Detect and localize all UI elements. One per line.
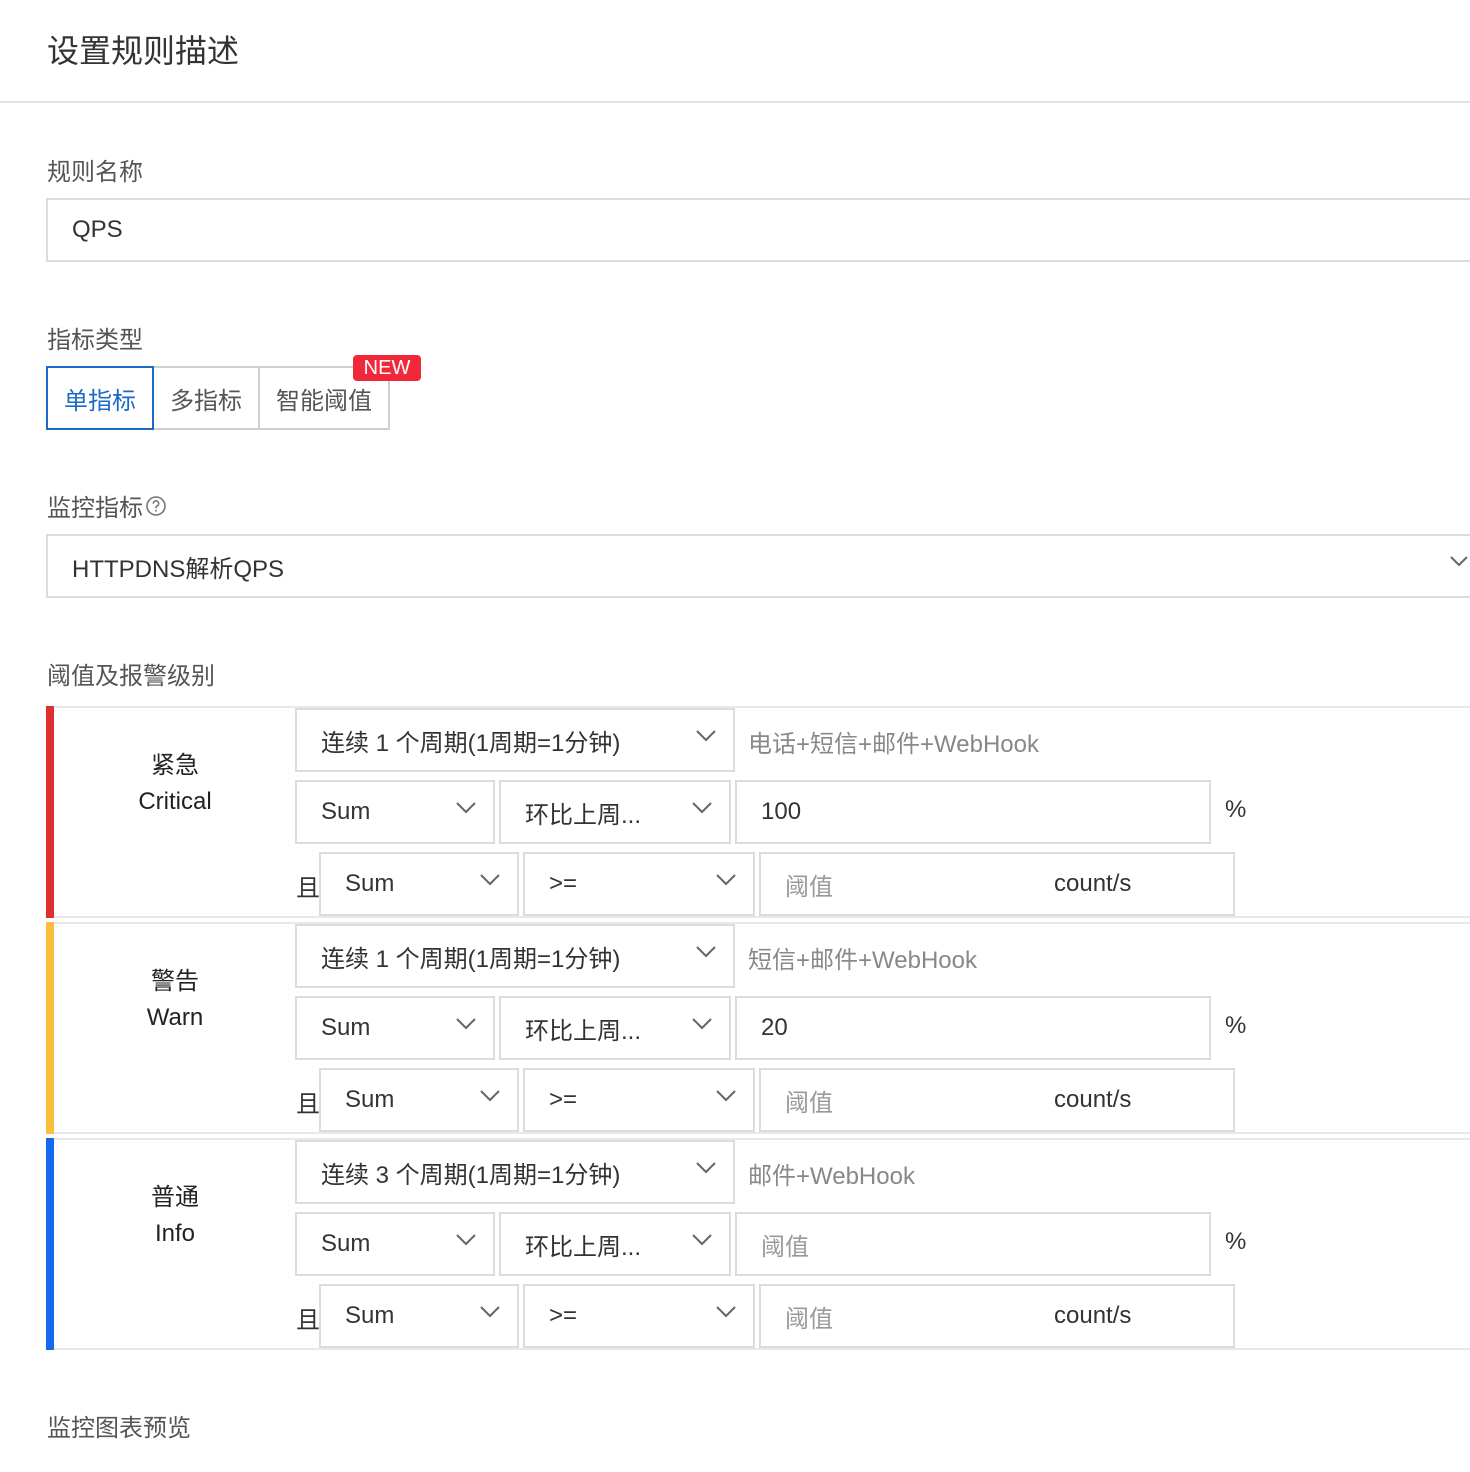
threshold-input[interactable]: 阈值 bbox=[735, 1212, 1211, 1276]
metric-type-single-button[interactable]: 单指标 bbox=[46, 366, 154, 430]
rule-name-label: 规则名称 bbox=[47, 159, 143, 186]
monitor-metric-value: HTTPDNS解析QPS bbox=[72, 555, 285, 583]
threshold-placeholder: 阈值 bbox=[761, 1233, 809, 1261]
threshold-input[interactable]: 20 bbox=[735, 996, 1211, 1060]
new-badge: NEW bbox=[353, 355, 421, 381]
operator-value: >= bbox=[549, 1302, 578, 1329]
chevron-down-icon bbox=[715, 1300, 737, 1322]
count-unit: count/s bbox=[1054, 1302, 1132, 1329]
level-color-bar bbox=[46, 1138, 54, 1350]
level-name: 紧急 Critical bbox=[110, 748, 240, 820]
level-name-cn: 警告 bbox=[151, 968, 199, 995]
level-name-en: Warn bbox=[146, 1004, 204, 1031]
threshold2-input[interactable]: 阈值 count/s bbox=[759, 1284, 1235, 1348]
operator-value: >= bbox=[549, 870, 578, 897]
threshold-label: 阈值及报警级别 bbox=[47, 663, 215, 690]
threshold-value: 20 bbox=[761, 1014, 788, 1041]
notify-methods: 电话+短信+邮件+WebHook bbox=[748, 731, 1039, 758]
chevron-down-icon bbox=[691, 1012, 713, 1034]
chevron-down-icon bbox=[1448, 550, 1470, 572]
chevron-down-icon bbox=[695, 724, 717, 746]
level-name: 警告 Warn bbox=[110, 964, 240, 1036]
stat2-value: Sum bbox=[345, 1302, 395, 1329]
chevron-down-icon bbox=[691, 1228, 713, 1250]
threshold2-input[interactable]: 阈值 count/s bbox=[759, 1068, 1235, 1132]
stat2-value: Sum bbox=[345, 870, 395, 897]
chevron-down-icon bbox=[715, 868, 737, 890]
stat2-value: Sum bbox=[345, 1086, 395, 1113]
rule-name-value: QPS bbox=[72, 216, 123, 243]
chevron-down-icon bbox=[479, 868, 501, 890]
stat-value: Sum bbox=[321, 1230, 371, 1257]
chevron-down-icon bbox=[695, 1156, 717, 1178]
percent-unit: % bbox=[1225, 1012, 1247, 1039]
chevron-down-icon bbox=[479, 1084, 501, 1106]
rule-name-input[interactable]: QPS bbox=[46, 198, 1470, 262]
period-select[interactable]: 连续 1 个周期(1周期=1分钟) bbox=[295, 708, 735, 772]
notify-methods: 邮件+WebHook bbox=[748, 1163, 915, 1190]
percent-unit: % bbox=[1225, 1228, 1247, 1255]
compare-value: 环比上周... bbox=[525, 1233, 642, 1261]
threshold2-input[interactable]: 阈值 count/s bbox=[759, 852, 1235, 916]
level-color-bar bbox=[46, 922, 54, 1134]
compare-value: 环比上周... bbox=[525, 801, 642, 829]
compare-value: 环比上周... bbox=[525, 1017, 642, 1045]
level-name-cn: 紧急 bbox=[151, 752, 199, 779]
stat-value: Sum bbox=[321, 798, 371, 825]
stat-select[interactable]: Sum bbox=[295, 1212, 495, 1276]
period-value: 连续 1 个周期(1周期=1分钟) bbox=[321, 729, 621, 757]
chevron-down-icon bbox=[455, 796, 477, 818]
stat2-select[interactable]: Sum bbox=[319, 1068, 519, 1132]
metric-type-label: 指标类型 bbox=[47, 327, 143, 354]
threshold-value: 100 bbox=[761, 798, 802, 825]
level-name-en: Info bbox=[154, 1220, 196, 1247]
count-unit: count/s bbox=[1054, 870, 1132, 897]
threshold2-placeholder: 阈值 bbox=[785, 1305, 833, 1333]
stat2-select[interactable]: Sum bbox=[319, 852, 519, 916]
monitor-metric-label: 监控指标 bbox=[47, 495, 143, 522]
notify-methods: 短信+邮件+WebHook bbox=[748, 947, 977, 974]
threshold2-placeholder: 阈值 bbox=[785, 873, 833, 901]
monitor-metric-label-wrap: 监控指标 bbox=[47, 488, 167, 524]
page-title: 设置规则描述 bbox=[47, 33, 240, 69]
chevron-down-icon bbox=[715, 1084, 737, 1106]
period-value: 连续 3 个周期(1周期=1分钟) bbox=[321, 1161, 621, 1189]
compare-select[interactable]: 环比上周... bbox=[499, 996, 731, 1060]
threshold-input[interactable]: 100 bbox=[735, 780, 1211, 844]
chart-preview-label: 监控图表预览 bbox=[47, 1415, 191, 1442]
operator-value: >= bbox=[549, 1086, 578, 1113]
stat-select[interactable]: Sum bbox=[295, 996, 495, 1060]
stat-value: Sum bbox=[321, 1014, 371, 1041]
operator-select[interactable]: >= bbox=[523, 1284, 755, 1348]
stat-select[interactable]: Sum bbox=[295, 780, 495, 844]
help-icon[interactable] bbox=[145, 495, 167, 524]
chevron-down-icon bbox=[455, 1012, 477, 1034]
and-label: 且 bbox=[296, 875, 320, 902]
operator-select[interactable]: >= bbox=[523, 1068, 755, 1132]
chevron-down-icon bbox=[691, 796, 713, 818]
monitor-metric-select[interactable]: HTTPDNS解析QPS bbox=[46, 534, 1470, 598]
percent-unit: % bbox=[1225, 796, 1247, 823]
header-divider bbox=[0, 101, 1470, 103]
metric-type-multi-button[interactable]: 多指标 bbox=[152, 366, 260, 430]
stat2-select[interactable]: Sum bbox=[319, 1284, 519, 1348]
period-value: 连续 1 个周期(1周期=1分钟) bbox=[321, 945, 621, 973]
chevron-down-icon bbox=[455, 1228, 477, 1250]
period-select[interactable]: 连续 1 个周期(1周期=1分钟) bbox=[295, 924, 735, 988]
chevron-down-icon bbox=[695, 940, 717, 962]
level-name: 普通 Info bbox=[110, 1180, 240, 1252]
and-label: 且 bbox=[296, 1307, 320, 1334]
compare-select[interactable]: 环比上周... bbox=[499, 780, 731, 844]
period-select[interactable]: 连续 3 个周期(1周期=1分钟) bbox=[295, 1140, 735, 1204]
and-label: 且 bbox=[296, 1091, 320, 1118]
chevron-down-icon bbox=[479, 1300, 501, 1322]
level-name-cn: 普通 bbox=[151, 1184, 199, 1211]
level-name-en: Critical bbox=[138, 788, 212, 815]
compare-select[interactable]: 环比上周... bbox=[499, 1212, 731, 1276]
threshold2-placeholder: 阈值 bbox=[785, 1089, 833, 1117]
count-unit: count/s bbox=[1054, 1086, 1132, 1113]
operator-select[interactable]: >= bbox=[523, 852, 755, 916]
level-color-bar bbox=[46, 706, 54, 918]
